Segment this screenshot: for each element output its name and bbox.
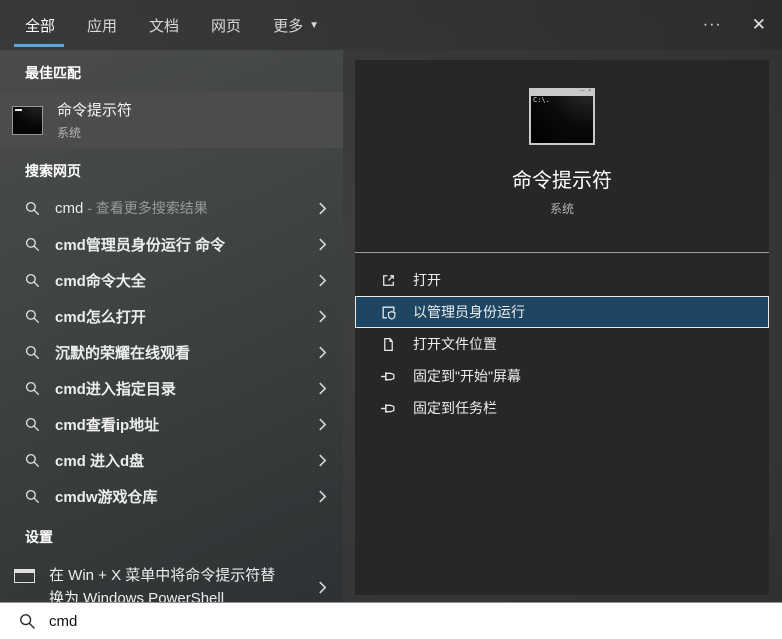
search-icon xyxy=(25,345,40,359)
chevron-right-icon xyxy=(319,581,327,593)
suggestion-label: 沉默的荣耀在线观看 xyxy=(55,344,191,362)
context-panel: 命令提示符 系统 打开 以管理员身份运行 打开文件位置 固定到"开始"屏幕 固定… xyxy=(355,60,769,595)
search-icon xyxy=(25,309,40,323)
suggestion-label: cmd查看ip地址 xyxy=(55,416,160,434)
best-match-item[interactable]: 命令提示符 系统 xyxy=(0,92,343,148)
chevron-right-icon xyxy=(319,310,327,322)
context-action-row[interactable]: 固定到"开始"屏幕 xyxy=(355,360,769,392)
web-search-header: 搜索网页 xyxy=(25,163,81,179)
context-action-row[interactable]: 固定到任务栏 xyxy=(355,392,769,424)
search-icon xyxy=(25,201,40,215)
context-action-row[interactable]: 以管理员身份运行 xyxy=(355,296,769,328)
settings-header: 设置 xyxy=(25,529,53,545)
chevron-right-icon xyxy=(319,382,327,394)
context-action-label: 打开文件位置 xyxy=(413,336,497,352)
tab-all[interactable]: 全部▼ xyxy=(13,0,65,50)
search-icon xyxy=(25,453,40,467)
context-action-row[interactable]: 打开文件位置 xyxy=(355,328,769,360)
search-icon xyxy=(25,237,40,251)
window-icon xyxy=(14,569,35,583)
search-filter-tabbar: 全部▼ 应用▼ 文档▼ 网页▼ 更多▼ ··· ✕ xyxy=(0,0,782,50)
open-icon xyxy=(380,272,397,289)
search-suggestion-row[interactable]: cmd 进入d盘 xyxy=(0,442,343,478)
best-match-subtitle: 系统 xyxy=(57,126,82,140)
search-suggestion-row[interactable]: cmd管理员身份运行 命令 xyxy=(0,226,343,262)
suggestion-label: cmd命令大全 xyxy=(55,272,146,290)
close-icon[interactable]: ✕ xyxy=(752,15,766,35)
search-icon xyxy=(25,417,40,431)
search-suggestion-row[interactable]: cmdw游戏仓库 xyxy=(0,478,343,514)
context-action-label: 固定到"开始"屏幕 xyxy=(413,368,521,384)
tab-apps[interactable]: 应用▼ xyxy=(87,0,117,50)
tab-more[interactable]: 更多 ▼ xyxy=(273,0,319,50)
chevron-right-icon xyxy=(319,346,327,358)
search-icon xyxy=(25,273,40,287)
context-action-label: 打开 xyxy=(413,272,441,288)
suggestion-label: cmd进入指定目录 xyxy=(55,380,176,398)
suggestion-label: cmd怎么打开 xyxy=(55,308,146,326)
context-action-row[interactable]: 打开 xyxy=(355,264,769,296)
search-suggestion-row[interactable]: cmd - 查看更多搜索结果 xyxy=(0,190,343,226)
best-match-title: 命令提示符 xyxy=(57,102,133,119)
suggestion-label: cmd - 查看更多搜索结果 xyxy=(55,200,208,217)
pin-to-taskbar-icon xyxy=(380,400,397,417)
search-suggestion-row[interactable]: cmd怎么打开 xyxy=(0,298,343,334)
chevron-right-icon xyxy=(319,238,327,250)
best-match-header: 最佳匹配 xyxy=(25,65,81,81)
search-suggestion-row[interactable]: cmd命令大全 xyxy=(0,262,343,298)
file-location-icon xyxy=(380,336,397,353)
suggestion-label: cmd管理员身份运行 命令 xyxy=(55,236,226,254)
divider xyxy=(355,252,769,253)
search-suggestion-row[interactable]: cmd查看ip地址 xyxy=(0,406,343,442)
search-icon xyxy=(20,613,36,629)
suggestion-label: cmd 进入d盘 xyxy=(55,452,145,470)
app-title: 命令提示符 xyxy=(512,170,612,192)
context-action-label: 以管理员身份运行 xyxy=(413,304,525,320)
search-suggestion-row[interactable]: cmd进入指定目录 xyxy=(0,370,343,406)
chevron-right-icon xyxy=(319,418,327,430)
search-input[interactable] xyxy=(49,612,782,630)
chevron-right-icon xyxy=(319,202,327,214)
chevron-right-icon xyxy=(319,274,327,286)
search-icon xyxy=(25,489,40,503)
context-action-label: 固定到任务栏 xyxy=(413,400,497,416)
tab-web[interactable]: 网页▼ xyxy=(211,0,241,50)
more-options-icon[interactable]: ··· xyxy=(703,17,722,33)
search-suggestion-row[interactable]: 沉默的荣耀在线观看 xyxy=(0,334,343,370)
chevron-right-icon xyxy=(319,490,327,502)
app-subtitle: 系统 xyxy=(549,202,574,216)
command-prompt-icon xyxy=(12,105,43,135)
command-prompt-icon xyxy=(529,88,595,145)
suggestion-label: cmdw游戏仓库 xyxy=(55,488,158,506)
tab-documents[interactable]: 文档▼ xyxy=(149,0,179,50)
search-results-panel: 最佳匹配 命令提示符 系统 搜索网页 cmd - 查看更多搜索结果 cmd管理员… xyxy=(0,50,343,607)
chevron-right-icon xyxy=(319,454,327,466)
chevron-down-icon: ▼ xyxy=(309,19,319,31)
search-bar[interactable] xyxy=(0,602,782,639)
search-icon xyxy=(25,381,40,395)
pin-to-start-icon xyxy=(380,368,397,385)
run-as-admin-icon xyxy=(380,304,397,321)
